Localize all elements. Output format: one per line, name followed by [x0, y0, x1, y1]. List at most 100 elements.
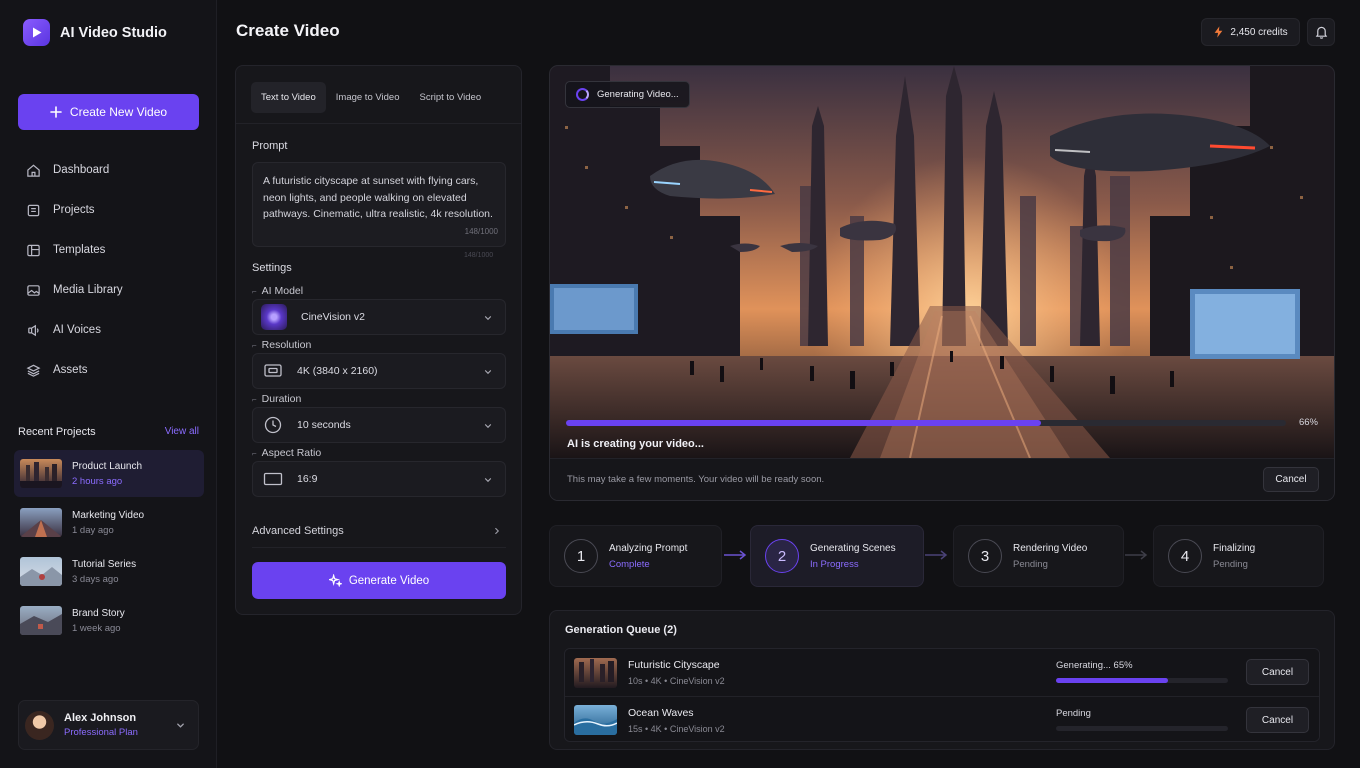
arrow-right-icon: [1125, 550, 1148, 560]
credits-text: 2,450 credits: [1230, 26, 1288, 38]
arrow-right-icon: [724, 550, 747, 560]
divider: [236, 123, 521, 124]
sidebar-item-label: Media Library: [53, 284, 123, 296]
generating-badge-text: Generating Video...: [597, 89, 679, 100]
media-icon: [27, 284, 40, 296]
sparkle-icon: [328, 574, 342, 587]
sidebar-item-ai-voices[interactable]: AI Voices: [18, 310, 199, 350]
ai-model-value: CineVision v2: [301, 311, 366, 323]
preview-note: This may take a few moments. Your video …: [567, 474, 825, 485]
view-all-link[interactable]: View all: [165, 426, 199, 438]
create-new-video-button[interactable]: Create New Video: [18, 94, 199, 130]
generation-queue: Generation Queue (2) Futuristic Cityscap…: [549, 610, 1335, 750]
sidebar-item-dashboard[interactable]: Dashboard: [18, 150, 199, 190]
spinner-icon: [576, 88, 589, 101]
queue-item-name: Ocean Waves: [628, 706, 694, 719]
generation-progress-fill: [566, 420, 1042, 426]
queue-item-meta: 15s • 4K • CineVision v2: [628, 723, 725, 734]
settings-label: Settings: [252, 262, 292, 274]
sidebar-item-media-library[interactable]: Media Library: [18, 270, 199, 310]
tab-image-to-video[interactable]: Image to Video: [326, 82, 410, 113]
voice-icon: [28, 324, 39, 336]
step-title: Rendering Video: [1013, 542, 1088, 554]
generation-progress-percent: 66%: [1298, 417, 1318, 428]
resolution-select[interactable]: 4K (3840 x 2160): [252, 353, 506, 389]
bell-icon: [1315, 26, 1327, 39]
sidebar-item-label: AI Voices: [53, 324, 101, 336]
chevron-down-icon: [484, 316, 492, 321]
sidebar-item-assets[interactable]: Assets: [18, 350, 199, 390]
tab-script-to-video[interactable]: Script to Video: [410, 82, 492, 113]
chevron-down-icon: [177, 723, 184, 728]
prompt-text: A futuristic cityscape at sunset with fl…: [263, 175, 493, 220]
duration-select[interactable]: 10 seconds: [252, 407, 506, 443]
project-thumbnail: [20, 459, 62, 488]
create-new-video-label: Create New Video: [69, 105, 168, 119]
project-thumbnail: [20, 557, 62, 586]
step-status: Complete: [609, 558, 650, 570]
prompt-label: Prompt: [252, 140, 288, 152]
play-logo-icon: [23, 19, 50, 46]
step-generating-scenes: 2 Generating Scenes In Progress: [750, 525, 924, 587]
create-form-panel: Text to Video Image to Video Script to V…: [235, 65, 522, 615]
step-number: 2: [765, 539, 799, 573]
generation-status-text: AI is creating your video...: [567, 438, 704, 450]
user-name: Alex Johnson: [64, 712, 137, 724]
duration-value: 10 seconds: [297, 419, 351, 431]
aspect-ratio-select[interactable]: 16:9: [252, 461, 506, 497]
tab-text-to-video[interactable]: Text to Video: [251, 82, 326, 113]
queue-cancel-button[interactable]: Cancel: [1246, 707, 1309, 733]
step-status: In Progress: [810, 558, 859, 570]
credits-badge[interactable]: 2,450 credits: [1201, 18, 1300, 46]
video-preview: Generating Video... 66% AI is creating y…: [549, 65, 1335, 501]
user-profile[interactable]: Alex Johnson Professional Plan: [18, 700, 199, 750]
notifications-button[interactable]: [1307, 18, 1335, 46]
project-name: Product Launch: [72, 460, 143, 472]
preview-image: [550, 66, 1334, 458]
queue-row: Ocean Waves 15s • 4K • CineVision v2 Pen…: [565, 696, 1319, 741]
queue-cancel-button[interactable]: Cancel: [1246, 659, 1309, 685]
sidebar-item-templates[interactable]: Templates: [18, 230, 199, 270]
queue-thumbnail: [574, 657, 617, 688]
project-name: Brand Story: [72, 607, 125, 619]
cancel-generation-button[interactable]: Cancel: [1263, 467, 1319, 492]
recent-project-item[interactable]: Brand Story 1 week ago: [14, 597, 204, 644]
layers-icon: [26, 364, 41, 377]
avatar: [25, 710, 54, 740]
sidebar-item-label: Assets: [53, 364, 88, 376]
queue-thumbnail: [574, 705, 617, 735]
sidebar-nav: Dashboard Projects Templates Media Libra…: [18, 150, 199, 390]
generate-video-button[interactable]: Generate Video: [252, 562, 506, 599]
step-title: Analyzing Prompt: [609, 542, 688, 554]
recent-project-item[interactable]: Marketing Video 1 day ago: [14, 499, 204, 546]
prompt-textarea[interactable]: A futuristic cityscape at sunset with fl…: [252, 162, 506, 247]
home-icon: [27, 164, 40, 177]
step-number: 4: [1168, 539, 1202, 573]
brand[interactable]: AI Video Studio: [23, 19, 167, 46]
sidebar: AI Video Studio Create New Video Dashboa…: [0, 0, 217, 768]
queue-title: Generation Queue (2): [565, 624, 677, 636]
aspect-ratio-icon: [263, 472, 283, 486]
recent-projects-header: Recent Projects View all: [18, 426, 199, 438]
ai-model-select[interactable]: CineVision v2: [252, 299, 506, 335]
queue-item-progress-bar: [1056, 726, 1228, 731]
sidebar-item-label: Projects: [53, 204, 95, 216]
advanced-settings-toggle[interactable]: Advanced Settings: [252, 514, 506, 548]
sidebar-item-projects[interactable]: Projects: [18, 190, 199, 230]
resolution-label: ⌐ Resolution: [252, 339, 312, 351]
recent-projects-title: Recent Projects: [18, 426, 96, 438]
arrow-right-icon: [925, 550, 948, 560]
resolution-value: 4K (3840 x 2160): [297, 365, 378, 377]
step-title: Generating Scenes: [810, 542, 896, 554]
user-plan: Professional Plan: [64, 727, 138, 738]
queue-item-meta: 10s • 4K • CineVision v2: [628, 676, 725, 686]
recent-project-item[interactable]: Tutorial Series 3 days ago: [14, 548, 204, 595]
step-number: 3: [968, 539, 1002, 573]
model-sparkle-icon: [261, 304, 287, 330]
project-time: 2 hours ago: [72, 475, 123, 487]
step-status: Pending: [1213, 558, 1248, 570]
generate-video-label: Generate Video: [348, 574, 430, 587]
recent-project-item[interactable]: Product Launch 2 hours ago: [14, 450, 204, 497]
queue-item-name: Futuristic Cityscape: [628, 659, 720, 671]
project-time: 1 day ago: [72, 524, 114, 536]
